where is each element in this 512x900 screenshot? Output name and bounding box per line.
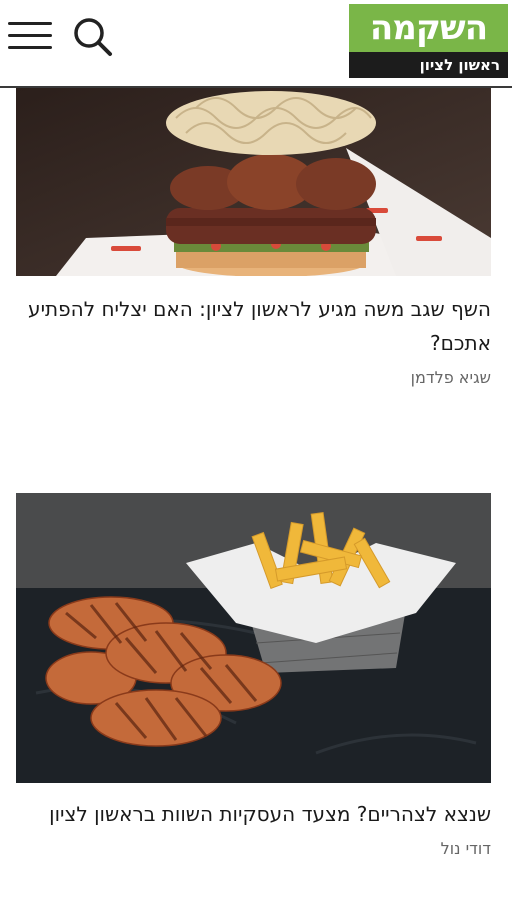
logo-title-block: השקמה bbox=[349, 4, 508, 52]
menu-line bbox=[8, 46, 52, 49]
site-logo[interactable]: השקמה ראשון לציון bbox=[349, 4, 508, 78]
article-card[interactable]: שנצא לצהריים? מצעד העסקיות השוות בראשון … bbox=[16, 493, 491, 858]
article-card[interactable]: השף שגב משה מגיע לראשון לציון: האם יצליח… bbox=[16, 88, 491, 387]
site-header: השקמה ראשון לציון bbox=[0, 0, 512, 88]
search-icon[interactable] bbox=[72, 16, 114, 58]
menu-line bbox=[8, 34, 52, 37]
logo-subtitle: ראשון לציון bbox=[419, 56, 500, 74]
article-author[interactable]: שגיא פלדמן bbox=[16, 368, 491, 387]
logo-subtitle-block: ראשון לציון bbox=[349, 52, 508, 78]
article-title[interactable]: השף שגב משה מגיע לראשון לציון: האם יצליח… bbox=[16, 292, 491, 360]
logo-title: השקמה bbox=[369, 8, 488, 48]
article-title[interactable]: שנצא לצהריים? מצעד העסקיות השוות בראשון … bbox=[16, 797, 491, 831]
hamburger-menu-icon[interactable] bbox=[8, 18, 54, 54]
article-author[interactable]: דודי נול bbox=[16, 839, 491, 858]
article-image-chicken-fries[interactable] bbox=[16, 493, 491, 783]
menu-line bbox=[8, 22, 52, 25]
article-image-burger[interactable] bbox=[16, 88, 491, 276]
